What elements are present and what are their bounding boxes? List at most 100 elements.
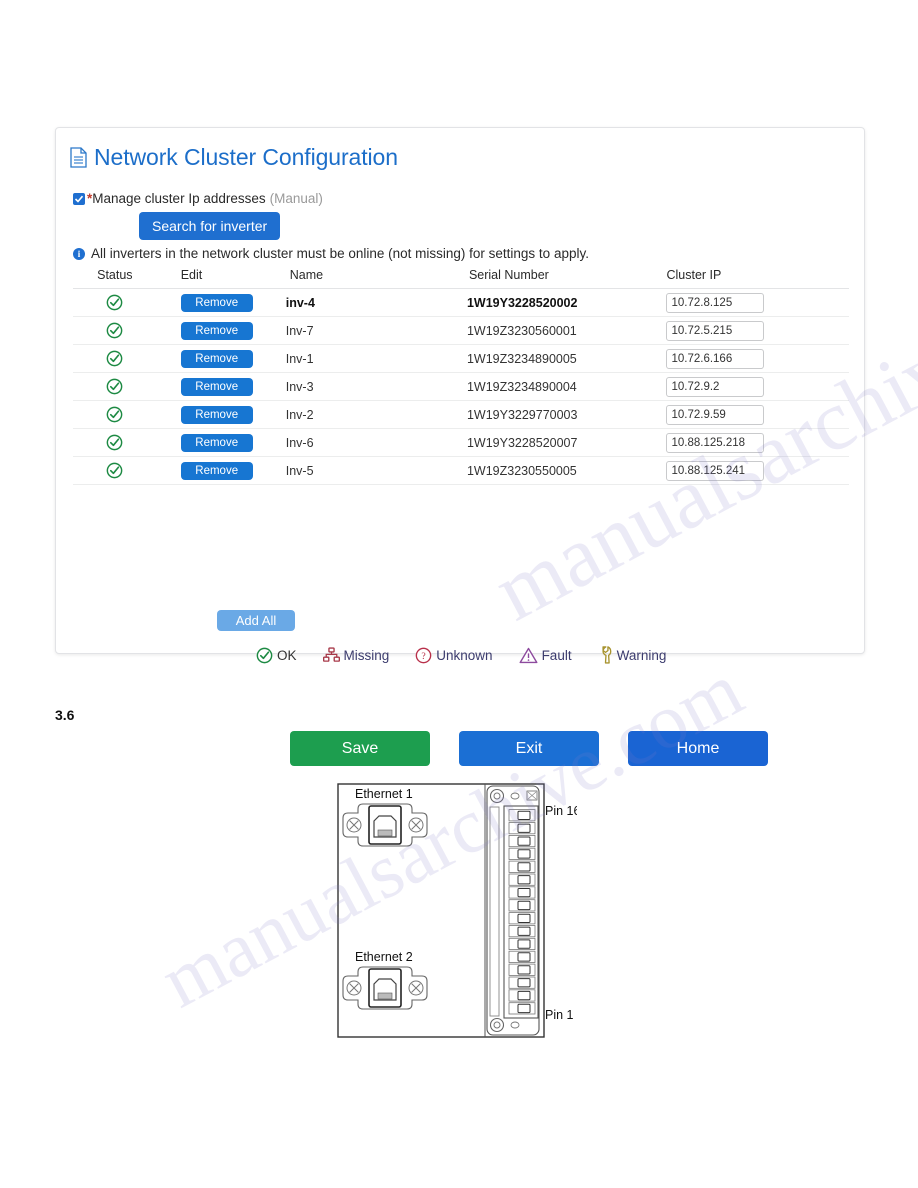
row-name-cell: Inv-3 bbox=[285, 372, 467, 401]
row-serial-cell: 1W19Y3228520002 bbox=[466, 288, 662, 317]
legend-item-unknown: ? Unknown bbox=[415, 647, 493, 664]
row-edit-cell: Remove bbox=[156, 372, 286, 401]
legend-label: Warning bbox=[616, 647, 667, 663]
row-cluster-ip-cell bbox=[661, 316, 849, 345]
cluster-ip-input[interactable] bbox=[666, 292, 765, 313]
check-circle-icon bbox=[106, 434, 123, 451]
row-serial-cell: 1W19Z3230560001 bbox=[466, 316, 662, 345]
question-circle-icon: ? bbox=[415, 647, 432, 663]
row-status-cell bbox=[73, 288, 157, 317]
row-name-cell: inv-4 bbox=[285, 288, 467, 317]
column-header-status: Status bbox=[73, 264, 157, 289]
page-title-text: Network Cluster Configuration bbox=[94, 144, 398, 170]
row-name-cell: Inv-1 bbox=[285, 344, 467, 373]
remove-button[interactable]: Remove bbox=[180, 377, 253, 396]
row-name-cell: Inv-2 bbox=[285, 400, 467, 429]
add-all-button[interactable]: Add All bbox=[217, 610, 295, 631]
table-row: Remove Inv-3 1W19Z3234890004 bbox=[73, 372, 849, 401]
table-row: Remove Inv-5 1W19Z3230550005 bbox=[73, 456, 849, 485]
row-serial-cell: 1W19Z3230550005 bbox=[466, 456, 662, 485]
check-circle-icon bbox=[106, 462, 123, 479]
document-icon bbox=[70, 147, 87, 168]
column-header-cluster-ip: Cluster IP bbox=[661, 264, 849, 289]
warning-triangle-icon bbox=[519, 647, 538, 663]
row-edit-cell: Remove bbox=[156, 400, 286, 429]
info-icon: i bbox=[73, 247, 85, 260]
row-edit-cell: Remove bbox=[156, 288, 286, 317]
table-body: Removeinv-41W19Y3228520002RemoveInv-71W1… bbox=[73, 288, 849, 485]
wrench-icon bbox=[601, 646, 611, 664]
cluster-ip-input[interactable] bbox=[666, 460, 765, 481]
manage-cluster-ip-row: * Manage cluster Ip addresses (Manual) bbox=[73, 191, 323, 206]
table-row: Remove inv-4 1W19Y3228520002 bbox=[73, 288, 849, 317]
remove-button[interactable]: Remove bbox=[180, 405, 253, 424]
cluster-ip-input[interactable] bbox=[666, 376, 765, 397]
check-circle-icon bbox=[106, 350, 123, 367]
row-name-cell: Inv-7 bbox=[285, 316, 467, 345]
pin-16-label: Pin 16 bbox=[545, 804, 577, 818]
sitemap-icon bbox=[322, 647, 340, 662]
section-number: 3.6 bbox=[55, 707, 75, 723]
legend-label: Fault bbox=[541, 647, 572, 663]
table-row: Remove Inv-1 1W19Z3234890005 bbox=[73, 344, 849, 373]
row-cluster-ip-cell bbox=[661, 428, 849, 457]
cluster-ip-input[interactable] bbox=[666, 432, 765, 453]
remove-button[interactable]: Remove bbox=[180, 461, 253, 480]
terminal-block-module bbox=[486, 785, 540, 1036]
table-header-row: Status Edit Name Serial Number Cluster I… bbox=[73, 264, 849, 289]
info-banner-text: All inverters in the network cluster mus… bbox=[91, 246, 589, 261]
row-edit-cell: Remove bbox=[156, 456, 286, 485]
inverter-table: Status Edit Name Serial Number Cluster I… bbox=[73, 264, 849, 485]
svg-text:?: ? bbox=[422, 651, 426, 662]
controller-faceplate-diagram: Ethernet 1 Ethernet 2 Pin 16 Pin 1 bbox=[337, 783, 580, 1043]
legend-item-ok: OK bbox=[256, 647, 297, 664]
ethernet-2-label: Ethernet 2 bbox=[355, 950, 413, 964]
cluster-ip-input[interactable] bbox=[666, 404, 765, 425]
save-button[interactable]: Save bbox=[290, 731, 430, 766]
legend-label: OK bbox=[277, 647, 297, 663]
cluster-ip-input[interactable] bbox=[666, 320, 765, 341]
column-header-name: Name bbox=[285, 264, 467, 289]
pin-1-label: Pin 1 bbox=[545, 1008, 574, 1022]
column-header-serial-number: Serial Number bbox=[466, 264, 662, 289]
check-circle-icon bbox=[106, 322, 123, 339]
cluster-ip-input[interactable] bbox=[666, 348, 765, 369]
row-edit-cell: Remove bbox=[156, 428, 286, 457]
page-title: Network Cluster Configuration bbox=[70, 144, 398, 171]
row-status-cell bbox=[73, 316, 157, 345]
home-button[interactable]: Home bbox=[628, 731, 768, 766]
check-circle-icon bbox=[256, 647, 273, 663]
row-status-cell bbox=[73, 428, 157, 457]
row-serial-cell: 1W19Y3228520007 bbox=[466, 428, 662, 457]
row-status-cell bbox=[73, 400, 157, 429]
remove-button[interactable]: Remove bbox=[180, 349, 253, 368]
remove-button[interactable]: Remove bbox=[180, 433, 253, 452]
row-cluster-ip-cell bbox=[661, 344, 849, 373]
row-cluster-ip-cell bbox=[661, 400, 849, 429]
row-cluster-ip-cell bbox=[661, 288, 849, 317]
row-cluster-ip-cell bbox=[661, 372, 849, 401]
info-banner: i All inverters in the network cluster m… bbox=[73, 246, 589, 261]
manage-cluster-ip-checkbox[interactable] bbox=[73, 192, 85, 205]
remove-button[interactable]: Remove bbox=[180, 293, 253, 312]
row-name-cell: Inv-5 bbox=[285, 456, 467, 485]
table-row: Remove Inv-2 1W19Y3229770003 bbox=[73, 400, 849, 429]
row-edit-cell: Remove bbox=[156, 316, 286, 345]
manage-cluster-ip-mode: (Manual) bbox=[269, 191, 323, 206]
row-edit-cell: Remove bbox=[156, 344, 286, 373]
row-cluster-ip-cell bbox=[661, 456, 849, 485]
exit-button[interactable]: Exit bbox=[459, 731, 599, 766]
action-button-bar: Save Exit Home bbox=[290, 731, 768, 766]
search-for-inverter-button[interactable]: Search for inverter bbox=[139, 212, 281, 240]
table-row: Remove Inv-7 1W19Z3230560001 bbox=[73, 316, 849, 345]
status-legend: OK Missing ? Unknown Fault Warning bbox=[256, 646, 666, 664]
checkmark-icon bbox=[74, 195, 84, 203]
remove-button[interactable]: Remove bbox=[180, 321, 253, 340]
row-serial-cell: 1W19Z3234890004 bbox=[466, 372, 662, 401]
legend-label: Missing bbox=[343, 647, 390, 663]
legend-item-fault: Fault bbox=[519, 647, 572, 664]
check-circle-icon bbox=[106, 378, 123, 395]
row-status-cell bbox=[73, 372, 157, 401]
row-status-cell bbox=[73, 456, 157, 485]
row-serial-cell: 1W19Z3234890005 bbox=[466, 344, 662, 373]
